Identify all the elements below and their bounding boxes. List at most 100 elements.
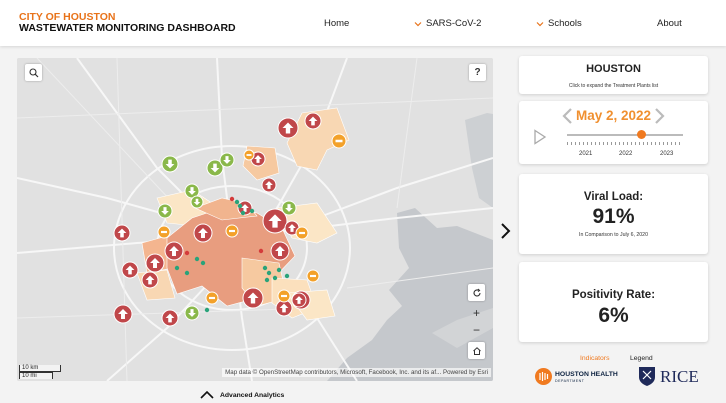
location-title: HOUSTON bbox=[586, 63, 641, 75]
increase-marker[interactable] bbox=[261, 177, 277, 193]
steady-marker[interactable] bbox=[243, 149, 255, 161]
nav-about-label: About bbox=[657, 18, 682, 29]
timeline-card: May 2, 2022 2021 2022 2023 bbox=[519, 101, 708, 164]
location-card[interactable]: HOUSTON Click to expand the Treatment Pl… bbox=[519, 56, 708, 94]
nav-about[interactable]: About bbox=[657, 18, 682, 29]
increase-marker[interactable] bbox=[113, 304, 133, 324]
steady-marker[interactable] bbox=[157, 225, 171, 239]
advanced-analytics-toggle[interactable]: Advanced Analytics bbox=[200, 391, 284, 399]
increase-marker[interactable] bbox=[277, 117, 299, 139]
increase-marker[interactable] bbox=[113, 224, 131, 242]
sample-site-dot[interactable] bbox=[194, 256, 200, 262]
sample-site-dot[interactable] bbox=[266, 270, 272, 276]
increase-marker[interactable] bbox=[193, 223, 213, 243]
increase-marker[interactable] bbox=[145, 253, 165, 273]
houston-health-icon bbox=[535, 368, 552, 385]
location-subtitle: Click to expand the Treatment Plants lis… bbox=[568, 83, 659, 89]
decrease-marker[interactable] bbox=[190, 195, 204, 209]
increase-marker[interactable] bbox=[164, 241, 184, 261]
steady-marker[interactable] bbox=[331, 133, 347, 149]
zoom-in-button[interactable]: + bbox=[468, 304, 485, 321]
houston-health-name: HOUSTON HEALTH bbox=[555, 371, 618, 378]
rice-shield-icon bbox=[639, 367, 655, 386]
rice-wordmark: RICE bbox=[660, 367, 699, 386]
steady-marker[interactable] bbox=[277, 289, 291, 303]
sample-site-dot[interactable] bbox=[174, 265, 180, 271]
timeline-slider-handle[interactable] bbox=[637, 130, 646, 139]
decrease-marker[interactable] bbox=[281, 200, 297, 216]
timeline-track[interactable] bbox=[567, 134, 683, 136]
sample-site-dot[interactable] bbox=[272, 275, 278, 281]
brand-title[interactable]: CITY OF HOUSTON WASTEWATER MONITORING DA… bbox=[19, 12, 236, 34]
decrease-marker[interactable] bbox=[184, 305, 200, 321]
nav-schools-label: Schools bbox=[548, 18, 582, 29]
sample-site-dot[interactable] bbox=[284, 273, 290, 279]
nav-home[interactable]: Home bbox=[324, 18, 349, 29]
wastewater-map[interactable]: ? + − Map data © OpenStreetMap contribut… bbox=[17, 58, 493, 381]
decrease-marker[interactable] bbox=[157, 203, 173, 219]
sample-site-dot[interactable] bbox=[229, 196, 235, 202]
map-help-button[interactable]: ? bbox=[469, 64, 486, 81]
map-attribution: Map data © OpenStreetMap contributors, M… bbox=[222, 368, 491, 377]
nav-schools[interactable]: Schools bbox=[536, 18, 582, 29]
chevron-down-icon bbox=[536, 21, 544, 26]
search-icon bbox=[28, 67, 38, 77]
map-refresh-button[interactable] bbox=[468, 284, 485, 301]
treatment-plant-markers[interactable] bbox=[17, 58, 493, 381]
current-date: May 2, 2022 bbox=[575, 108, 652, 123]
map-search-button[interactable] bbox=[25, 64, 42, 81]
steady-marker[interactable] bbox=[225, 224, 239, 238]
year-label: 2023 bbox=[660, 151, 674, 157]
increase-marker[interactable] bbox=[242, 287, 264, 309]
positivity-rate-value: 6% bbox=[598, 304, 629, 327]
nav-home-label: Home bbox=[324, 18, 350, 29]
increase-marker[interactable] bbox=[270, 241, 290, 261]
houston-health-logo[interactable]: HOUSTON HEALTH DEPARTMENT bbox=[535, 366, 625, 388]
steady-marker[interactable] bbox=[295, 226, 309, 240]
advanced-analytics-label: Advanced Analytics bbox=[220, 391, 285, 399]
houston-health-department: DEPARTMENT bbox=[555, 379, 585, 383]
map-home-button[interactable] bbox=[468, 342, 485, 359]
sample-site-dot[interactable] bbox=[258, 248, 264, 254]
sample-site-dot[interactable] bbox=[249, 208, 255, 214]
zoom-out-button[interactable]: − bbox=[468, 321, 485, 338]
chevron-up-icon bbox=[200, 391, 214, 399]
top-header: CITY OF HOUSTON WASTEWATER MONITORING DA… bbox=[0, 0, 726, 46]
increase-marker[interactable] bbox=[141, 271, 159, 289]
expand-panel-chevron-icon[interactable] bbox=[499, 222, 513, 240]
sample-site-dot[interactable] bbox=[237, 203, 243, 209]
sample-site-dot[interactable] bbox=[264, 277, 270, 283]
steady-marker[interactable] bbox=[306, 269, 320, 283]
viral-load-value: 91% bbox=[592, 205, 635, 228]
legend-link[interactable]: Legend bbox=[630, 355, 653, 362]
sample-site-dot[interactable] bbox=[184, 270, 190, 276]
decrease-marker[interactable] bbox=[219, 152, 235, 168]
viral-load-title: Viral Load: bbox=[583, 191, 644, 203]
sample-site-dot[interactable] bbox=[262, 265, 268, 271]
increase-marker[interactable] bbox=[291, 292, 307, 308]
increase-marker[interactable] bbox=[161, 309, 179, 327]
sample-site-dot[interactable] bbox=[234, 199, 240, 205]
timeline-ticks bbox=[567, 142, 683, 145]
sample-site-dot[interactable] bbox=[276, 267, 282, 273]
home-icon bbox=[472, 346, 481, 355]
viral-load-card: Viral Load: 91% In Comparison to July 6,… bbox=[519, 174, 708, 254]
increase-marker[interactable] bbox=[304, 112, 322, 130]
map-scale-bar: 10 km 10 mi bbox=[19, 365, 61, 379]
rice-logo[interactable]: RICE bbox=[635, 365, 705, 387]
sample-site-dot[interactable] bbox=[240, 210, 246, 216]
play-icon[interactable] bbox=[533, 129, 547, 145]
sample-site-dot[interactable] bbox=[184, 250, 190, 256]
decrease-marker[interactable] bbox=[161, 155, 179, 173]
steady-marker[interactable] bbox=[205, 291, 219, 305]
indicators-link[interactable]: Indicators bbox=[580, 355, 609, 362]
increase-marker[interactable] bbox=[121, 261, 139, 279]
sample-site-dot[interactable] bbox=[204, 307, 210, 313]
scale-mi: 10 mi bbox=[19, 372, 53, 379]
sample-site-dot[interactable] bbox=[200, 260, 206, 266]
nav-sars-cov-2[interactable]: SARS-CoV-2 bbox=[414, 18, 481, 29]
chevron-down-icon bbox=[414, 21, 422, 26]
nav-sars-label: SARS-CoV-2 bbox=[426, 18, 482, 29]
positivity-rate-card: Positivity Rate: 6% bbox=[519, 262, 708, 342]
next-date-chevron-icon[interactable] bbox=[652, 108, 666, 124]
